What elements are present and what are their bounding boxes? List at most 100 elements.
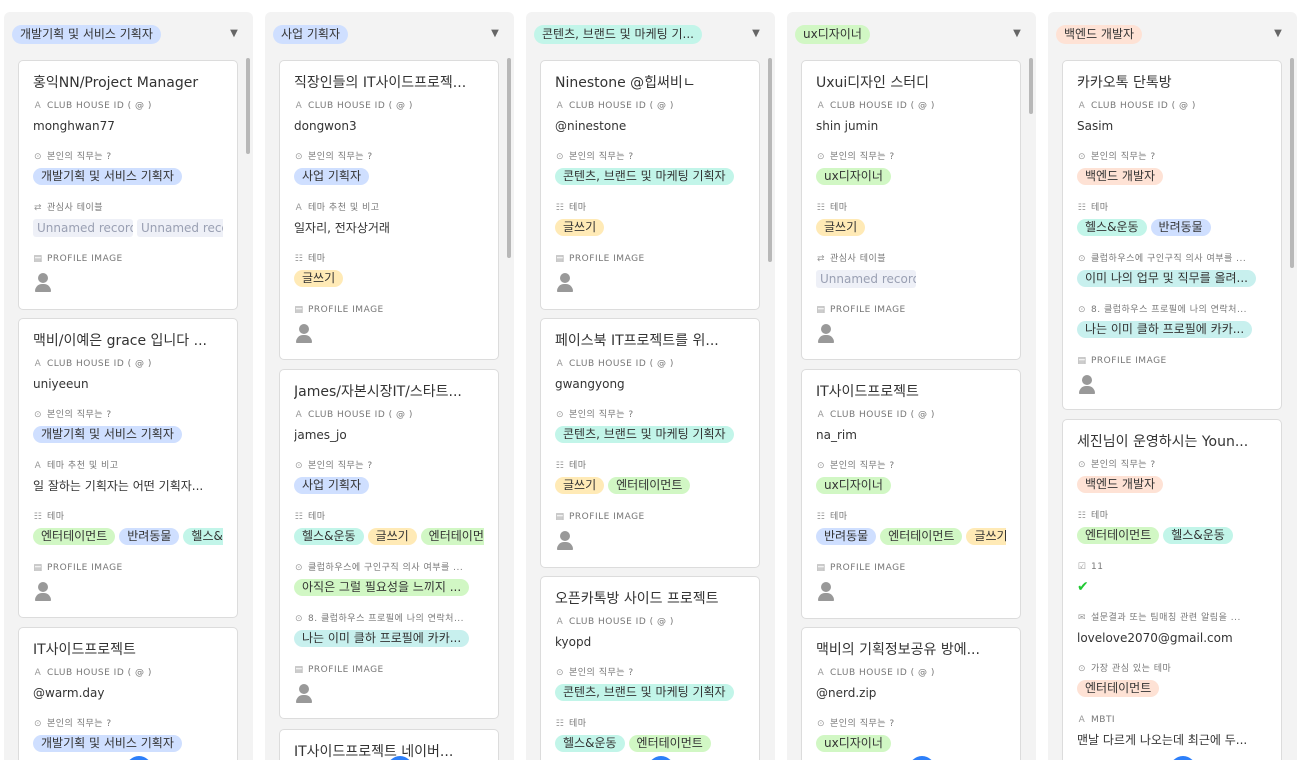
linked-record-chip[interactable]: Unnamed record [816, 270, 916, 288]
person-icon[interactable] [33, 272, 53, 292]
select-pill: 개발기획 및 서비스 기획자 [33, 735, 182, 752]
record-card[interactable]: IT사이드프로젝트 네이버... [279, 729, 499, 760]
card-field: A CLUB HOUSE ID ( @ ) monghwan77 [33, 99, 223, 150]
card-field: A CLUB HOUSE ID ( @ ) gwangyong [555, 357, 745, 408]
card-field: A CLUB HOUSE ID ( @ ) @warm.day [33, 666, 223, 717]
single-select-icon: ⊙ [294, 614, 304, 624]
chevron-down-icon[interactable]: ▼ [228, 28, 240, 40]
record-card[interactable]: James/자본시장IT/스타트... A CLUB HOUSE ID ( @ ) j… [279, 369, 499, 719]
avatar-head [821, 324, 831, 334]
field-label-text: PROFILE IMAGE [1091, 356, 1167, 366]
person-icon[interactable] [294, 683, 314, 703]
card-field: ☷ 테마 글쓰기 엔터테이먼트 [555, 459, 745, 510]
person-icon[interactable] [555, 530, 575, 550]
person-icon[interactable] [816, 323, 836, 343]
record-card[interactable]: 맥비의 기획정보공유 방에... A CLUB HOUSE ID ( @ ) @ner… [801, 627, 1021, 760]
field-label: ☷ 테마 [555, 717, 745, 731]
field-label-text: CLUB HOUSE ID ( @ ) [569, 101, 674, 111]
record-card[interactable]: Ninestone @힙써비ㄴ A CLUB HOUSE ID ( @ ) @nine… [540, 60, 760, 310]
field-label: ▤ PROFILE IMAGE [33, 252, 223, 266]
avatar-head [821, 582, 831, 592]
select-values: 반려동물 엔터테이먼트 글쓰기 [816, 528, 1006, 546]
field-label-text: PROFILE IMAGE [569, 254, 645, 264]
card-field: ⊙ 본인의 직무는 ? 사업 기획자 [294, 150, 484, 201]
select-pill: 글쓰기 [816, 219, 866, 236]
avatar-head [38, 582, 48, 592]
field-label: A CLUB HOUSE ID ( @ ) [555, 615, 745, 629]
person-icon[interactable] [1077, 374, 1097, 394]
avatar-body [1079, 386, 1095, 394]
select-pill: 헬스&운동 [294, 528, 364, 545]
person-icon[interactable] [816, 581, 836, 601]
card-field: ⊙ 본인의 직무는 ? ux디자이너 [816, 459, 1006, 510]
select-values: 엔터테이먼트반려동물헬스&운동 [33, 528, 223, 546]
record-card[interactable]: Uxui디자인 스터디 A CLUB HOUSE ID ( @ ) shin jumi… [801, 60, 1021, 360]
avatar-head [1082, 375, 1092, 385]
record-card[interactable]: 세진님이 운영하시는 Youn... ⊙ 본인의 직무는 ? 백엔드 개발자 ☷ 테마 엔터… [1062, 419, 1282, 760]
chevron-down-icon[interactable]: ▼ [1272, 28, 1284, 40]
field-label-text: PROFILE IMAGE [47, 563, 123, 573]
field-value: dongwon3 [294, 119, 357, 133]
column-title[interactable]: 사업 기획자 [273, 24, 349, 44]
select-values: 헬스&운동 반려동물 [1077, 219, 1267, 237]
field-label-text: 본인의 직무는 ? [308, 461, 373, 471]
field-label-text: 관심사 테이블 [47, 203, 104, 213]
record-card[interactable]: 오픈카톡방 사이드 프로젝트 A CLUB HOUSE ID ( @ ) kyopd ⊙… [540, 576, 760, 760]
text-icon: A [295, 101, 303, 111]
chevron-down-icon[interactable]: ▼ [1011, 28, 1023, 40]
chevron-down-icon[interactable]: ▼ [489, 28, 501, 40]
select-pill: 반려동물 [816, 528, 877, 545]
record-card[interactable]: 페이스북 IT프로젝트를 위... A CLUB HOUSE ID ( @ ) gwa… [540, 318, 760, 568]
record-card[interactable]: 직장인들의 IT사이드프로젝... A CLUB HOUSE ID ( @ ) don… [279, 60, 499, 360]
attachment-icon: ▤ [294, 305, 304, 315]
card-title: Ninestone @힙써비ㄴ [555, 75, 696, 91]
field-label-text: 본인의 직무는 ? [830, 152, 895, 162]
record-card[interactable]: 홍익NN/Project Manager A CLUB HOUSE ID ( @ )… [18, 60, 238, 310]
column-scrollbar[interactable] [1290, 58, 1294, 268]
checkbox-icon: ☑ [1077, 562, 1087, 572]
card-field: A CLUB HOUSE ID ( @ ) Sasim [1077, 99, 1267, 150]
select-pill: ux디자이너 [816, 168, 891, 185]
attachment-icon: ▤ [816, 563, 826, 573]
record-card[interactable]: 카카오톡 단톡방 A CLUB HOUSE ID ( @ ) Sasim ⊙ 본인의 직무… [1062, 60, 1282, 410]
field-label-text: CLUB HOUSE ID ( @ ) [830, 668, 935, 678]
linked-record-chip[interactable]: Unnamed record [137, 219, 223, 237]
field-label: ▤ PROFILE IMAGE [1077, 354, 1267, 368]
column-scrollbar[interactable] [246, 58, 250, 154]
person-icon[interactable] [33, 581, 53, 601]
field-label: ⊙ 클럽하우스에 구인구직 의사 여부를 ... [1077, 252, 1267, 266]
linked-record-chip[interactable]: Unnamed record [33, 219, 133, 237]
field-label-text: CLUB HOUSE ID ( @ ) [830, 101, 935, 111]
field-label-text: 본인의 직무는 ? [47, 719, 112, 729]
person-icon[interactable] [294, 323, 314, 343]
field-value: kyopd [555, 635, 592, 649]
record-card[interactable]: IT사이드프로젝트 A CLUB HOUSE ID ( @ ) na_rim ⊙ 본인의 … [801, 369, 1021, 619]
field-label-text: PROFILE IMAGE [308, 665, 384, 675]
column-title[interactable]: 백엔드 개발자 [1056, 24, 1143, 44]
column-scrollbar[interactable] [507, 58, 511, 258]
column-title[interactable]: 개발기획 및 서비스 기획자 [12, 24, 161, 44]
field-label-text: CLUB HOUSE ID ( @ ) [830, 410, 935, 420]
avatar-body [557, 284, 573, 292]
card-field: ⊙ 본인의 직무는 ? 백엔드 개발자 [1077, 150, 1267, 201]
kanban-column: 백엔드 개발자 ▼ 카카오톡 단톡방 A CLUB HOUSE ID ( @ ) Sasi… [1048, 12, 1297, 760]
field-label-text: 11 [1091, 562, 1104, 572]
field-label: ⇄ 관심사 테이블 [816, 252, 1006, 266]
chevron-down-icon[interactable]: ▼ [750, 28, 762, 40]
card-title: IT사이드프로젝트 네이버... [294, 744, 454, 760]
column-scrollbar[interactable] [768, 58, 772, 262]
card-field: A MBTI 맨날 다르게 나오는데 최근에 두... [1077, 713, 1267, 760]
card-field: ⊙ 본인의 직무는 ? 콘텐츠, 브랜드 및 마케팅 기획자 [555, 408, 745, 459]
field-label: A CLUB HOUSE ID ( @ ) [816, 408, 1006, 422]
text-icon: A [34, 359, 42, 369]
person-icon[interactable] [555, 272, 575, 292]
column-scrollbar[interactable] [1029, 58, 1033, 114]
column-title[interactable]: ux디자이너 [795, 24, 870, 44]
column-title[interactable]: 콘텐츠, 브랜드 및 마케팅 기... [534, 24, 702, 44]
record-card[interactable]: 맥비/이예은 grace 입니다 ... A CLUB HOUSE ID ( @ )… [18, 318, 238, 618]
record-card[interactable]: IT사이드프로젝트 A CLUB HOUSE ID ( @ ) @warm.day ⊙ 본… [18, 627, 238, 760]
field-label: ⊙ 본인의 직무는 ? [1077, 150, 1267, 164]
field-label-text: 본인의 직무는 ? [569, 410, 634, 420]
card-field: ☷ 테마 엔터테이먼트 헬스&운동 [1077, 509, 1267, 560]
field-label: A CLUB HOUSE ID ( @ ) [555, 357, 745, 371]
